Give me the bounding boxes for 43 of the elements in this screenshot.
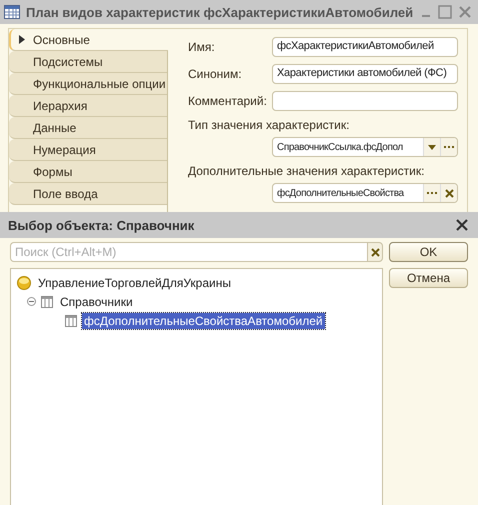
field-label: Комментарий: <box>188 94 268 108</box>
ellipsis-icon <box>444 146 454 148</box>
input-field[interactable]: фсХарактеристикиАвтомобилей <box>272 37 458 57</box>
ball-icon <box>17 276 31 290</box>
field-label: Тип значения характеристик: <box>188 118 350 132</box>
window-title: План видов характеристик фсХарактеристикиАвтомобилей <box>26 4 414 20</box>
field-label: Имя: <box>188 40 216 54</box>
clear-button[interactable] <box>440 184 457 202</box>
input-field[interactable]: фсДополнительныеСвойства <box>272 183 458 203</box>
caret-icon <box>428 144 436 150</box>
field-label: Синоним: <box>188 67 243 81</box>
clear-button[interactable] <box>367 242 383 262</box>
clear-icon <box>370 248 380 256</box>
input-field[interactable]: СправочникСсылка.фсДопол <box>272 137 458 157</box>
collapse-icon[interactable] <box>27 297 36 306</box>
pointer-icon <box>19 35 25 44</box>
input-field[interactable] <box>272 91 458 111</box>
tab[interactable]: Основные <box>9 29 168 51</box>
dialog-title: Выбор объекта: Справочник <box>8 218 194 232</box>
tab[interactable]: Поле ввода <box>9 183 167 205</box>
field-label: Дополнительные значения характеристик: <box>188 164 426 178</box>
tab[interactable]: Функциональные опции <box>9 73 167 95</box>
select-button[interactable] <box>440 138 457 156</box>
tab[interactable]: Подсистемы <box>9 51 167 73</box>
dropdown-button[interactable] <box>423 138 440 156</box>
select-button[interactable] <box>423 184 440 202</box>
input-field[interactable]: Характеристики автомобилей (ФС) <box>272 64 458 84</box>
table-icon <box>65 314 77 326</box>
dialog-button[interactable]: OK <box>389 242 468 262</box>
tab[interactable]: Нумерация <box>9 139 167 161</box>
tree-item[interactable]: фсДополнительныеСвойстваАвтомобилей <box>82 312 325 328</box>
tree-item[interactable]: Справочники <box>58 294 135 310</box>
clear-icon <box>444 188 454 198</box>
table-icon <box>41 296 53 308</box>
table-icon <box>4 5 20 19</box>
ellipsis-icon <box>426 192 438 194</box>
close-icon[interactable] <box>456 219 468 231</box>
tree-item[interactable]: УправлениеТорговлейДляУкраины <box>36 274 233 290</box>
tab[interactable]: Иерархия <box>9 95 167 117</box>
search-field[interactable]: Поиск (Ctrl+Alt+M) <box>10 242 367 262</box>
tab[interactable]: Данные <box>9 117 167 139</box>
tab[interactable]: Формы <box>9 161 167 183</box>
dialog-button[interactable]: Отмена <box>389 268 468 288</box>
